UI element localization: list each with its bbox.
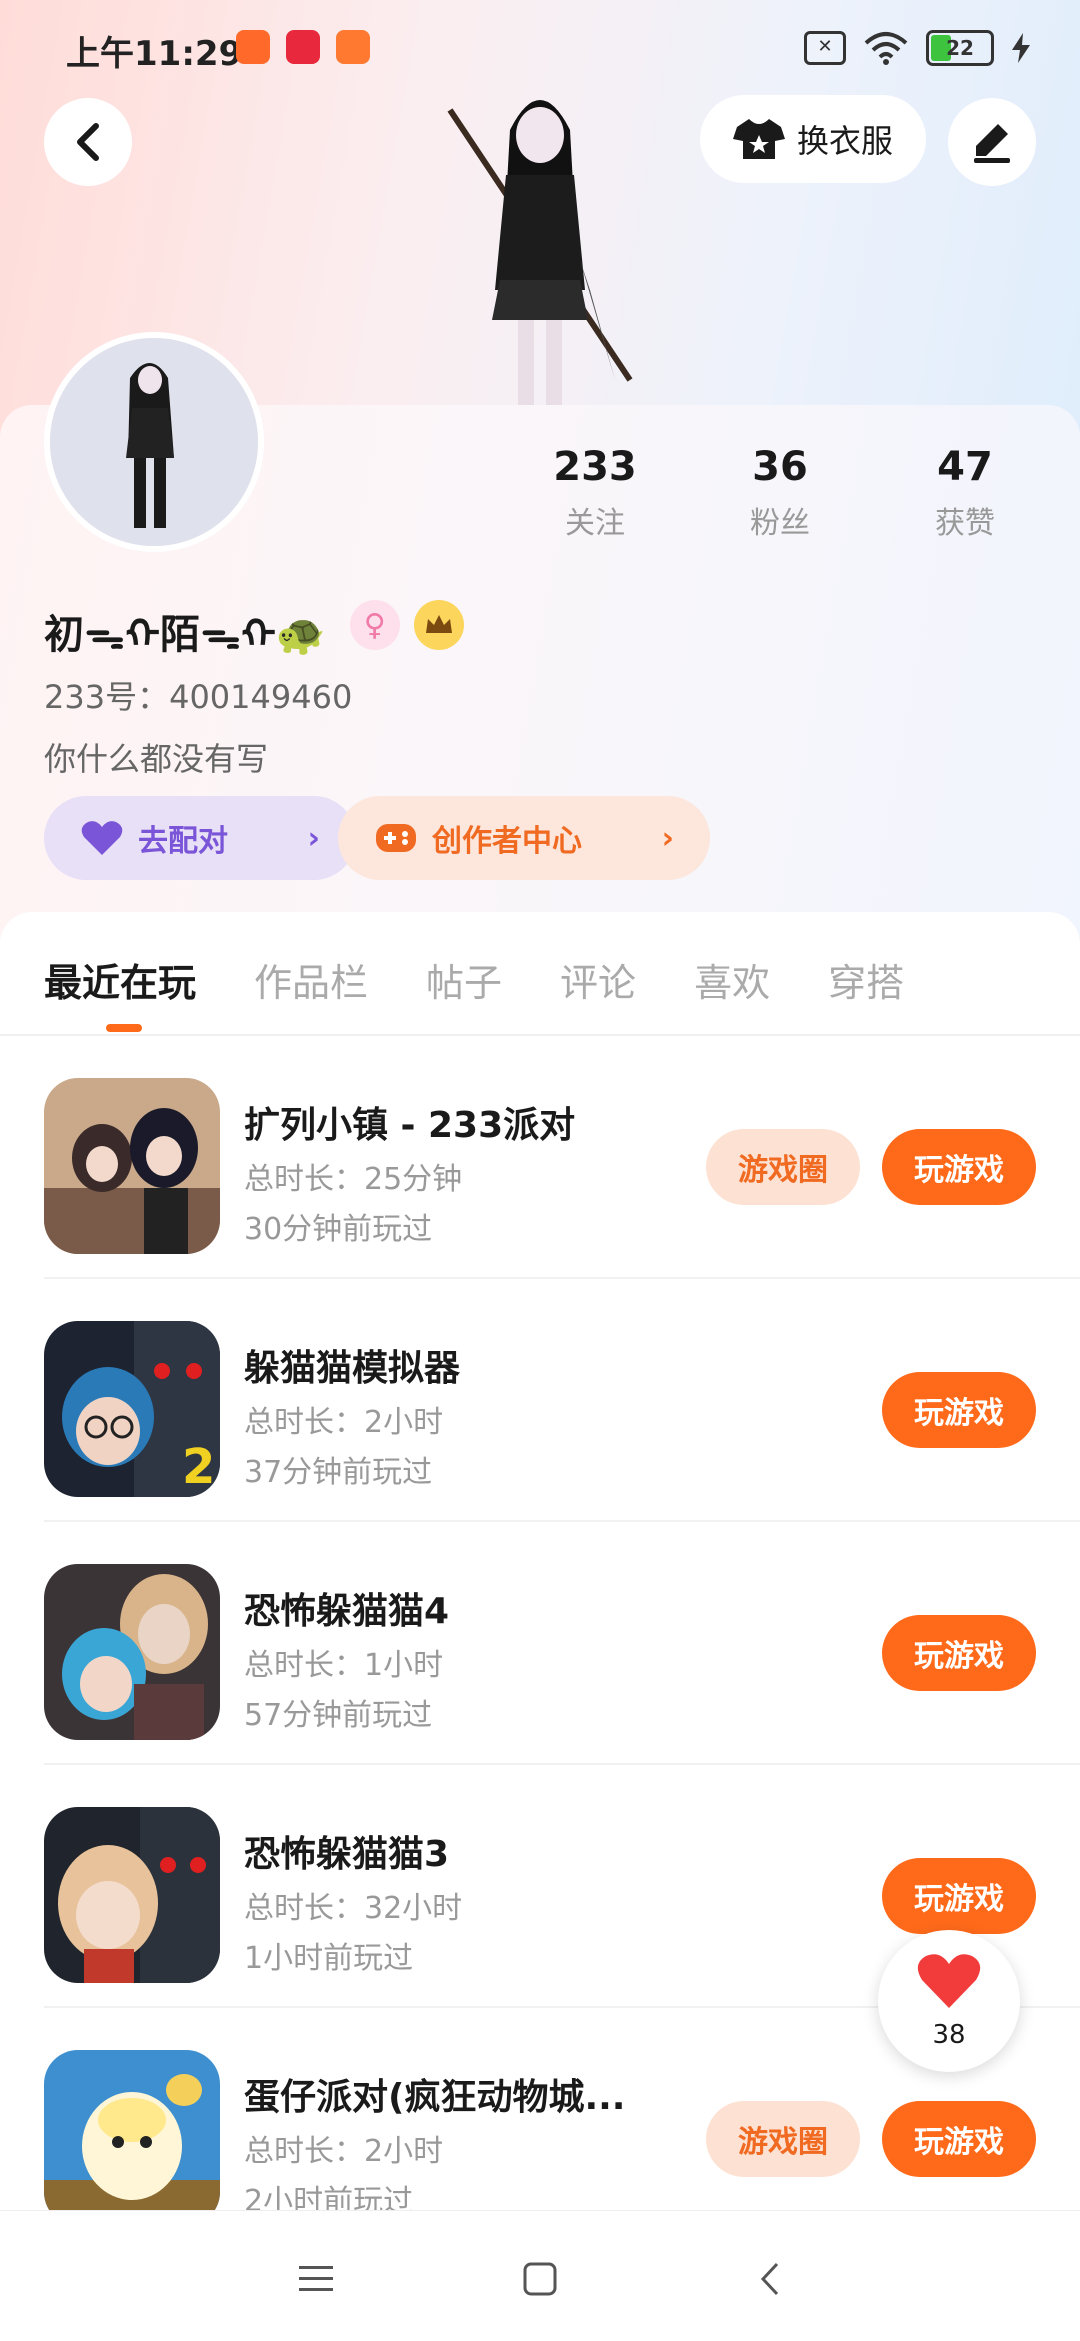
game-last-played: 37分钟前玩过: [244, 1455, 433, 1490]
followers-stat[interactable]: 36 粉丝: [705, 444, 855, 542]
game-duration: 总时长：32小时: [244, 1891, 463, 1926]
game-icon[interactable]: [44, 1564, 220, 1740]
battery-level: 22: [946, 36, 974, 60]
following-stat[interactable]: 233 关注: [520, 444, 670, 542]
nickname: 初ᯓᡣ陌ᯓᡣ🐢: [44, 612, 326, 658]
tab-comments[interactable]: 评论: [560, 952, 636, 1007]
following-label: 关注: [565, 506, 625, 541]
game-duration: 总时长：2小时: [244, 1405, 444, 1440]
game-icon[interactable]: [44, 2050, 220, 2226]
avatar-image: [50, 338, 258, 546]
creator-center-button[interactable]: 创作者中心 ›: [338, 796, 710, 880]
likes-label: 获赞: [935, 506, 995, 541]
profile-stats: 233 关注 36 粉丝 47 获赞: [520, 444, 1040, 542]
tab-recently-played[interactable]: 最近在玩: [44, 952, 196, 1007]
tab-likes[interactable]: 喜欢: [694, 952, 770, 1007]
heart-icon: [81, 821, 123, 855]
game-name: 恐怖躲猫猫3: [244, 1834, 450, 1875]
status-time: 上午11:29: [66, 34, 243, 74]
edit-profile-button[interactable]: [948, 98, 1036, 186]
svg-text:2: 2: [182, 1439, 215, 1495]
heart-icon: [917, 1954, 981, 2008]
play-game-button[interactable]: 玩游戏: [882, 1615, 1036, 1691]
charging-icon: [1012, 33, 1030, 63]
game-last-played: 30分钟前玩过: [244, 1212, 433, 1247]
menu-button[interactable]: [286, 2251, 346, 2307]
chevron-right-icon: ›: [661, 820, 674, 856]
game-duration: 总时长：1小时: [244, 1648, 444, 1683]
play-game-button[interactable]: 玩游戏: [882, 1129, 1036, 1205]
change-outfit-label: 换衣服: [796, 122, 893, 160]
like-float-button[interactable]: 38: [878, 1930, 1020, 2072]
followers-label: 粉丝: [750, 506, 810, 541]
game-icon[interactable]: [44, 1078, 220, 1254]
creator-center-label: 创作者中心: [432, 824, 582, 859]
game-last-played: 57分钟前玩过: [244, 1698, 433, 1733]
shirt-icon: [732, 119, 785, 159]
status-icons: ✕ 22: [804, 30, 1030, 66]
home-button[interactable]: [510, 2251, 570, 2307]
game-duration: 总时长：2小时: [244, 2134, 444, 2169]
game-name: 躲猫猫模拟器: [244, 1348, 461, 1389]
chevron-left-icon: [760, 2262, 779, 2296]
like-count: 38: [932, 2020, 966, 2050]
video-app-icon: [236, 30, 270, 64]
sim-card-icon: ✕: [804, 31, 846, 65]
bio: 你什么都没有写: [44, 740, 269, 778]
change-outfit-button[interactable]: 换衣服: [700, 95, 926, 183]
shop-app-icon: [286, 30, 320, 64]
mall-app-icon: [336, 30, 370, 64]
tab-bar: 最近在玩 作品栏 帖子 评论 喜欢 穿搭: [0, 912, 1080, 1032]
play-game-button[interactable]: 玩游戏: [882, 1372, 1036, 1448]
likes-count: 47: [937, 444, 993, 490]
system-nav-bar: [0, 2210, 1080, 2341]
menu-icon: [299, 2266, 333, 2291]
tab-outfits[interactable]: 穿搭: [828, 952, 904, 1007]
game-duration: 总时长：25分钟: [244, 1162, 463, 1197]
match-button[interactable]: 去配对 ›: [44, 796, 356, 880]
game-circle-button[interactable]: 游戏圈: [706, 2101, 860, 2177]
chevron-right-icon: ›: [307, 820, 320, 856]
recently-played-list: 扩列小镇 - 233派对 总时长：25分钟 30分钟前玩过 游戏圈 玩游戏 2 …: [0, 1036, 1080, 2251]
game-icon[interactable]: [44, 1807, 220, 1983]
home-icon: [523, 2262, 557, 2296]
battery-icon: 22: [926, 30, 994, 66]
chevron-left-icon: [77, 123, 99, 161]
game-icon[interactable]: 2: [44, 1321, 220, 1497]
game-circle-button[interactable]: 游戏圈: [706, 1129, 860, 1205]
game-last-played: 1小时前玩过: [244, 1941, 414, 1976]
nickname-row: 初ᯓᡣ陌ᯓᡣ🐢 ♀: [44, 590, 464, 660]
crown-icon: [413, 600, 464, 650]
tab-works[interactable]: 作品栏: [254, 952, 368, 1007]
wifi-icon: [864, 32, 908, 65]
female-icon: ♀: [349, 600, 400, 650]
user-id: 233号：400149460: [44, 678, 353, 716]
tab-indicator: [106, 1024, 142, 1032]
play-game-button[interactable]: 玩游戏: [882, 1858, 1036, 1934]
likes-stat[interactable]: 47 获赞: [890, 444, 1040, 542]
game-row[interactable]: 恐怖躲猫猫4 总时长：1小时 57分钟前玩过 玩游戏: [0, 1522, 1080, 1765]
pen-icon: [974, 124, 1010, 163]
game-row[interactable]: 扩列小镇 - 233派对 总时长：25分钟 30分钟前玩过 游戏圈 玩游戏: [0, 1036, 1080, 1279]
game-name: 蛋仔派对(疯狂动物城...: [244, 2077, 626, 2118]
play-game-button[interactable]: 玩游戏: [882, 2101, 1036, 2177]
game-name: 恐怖躲猫猫4: [244, 1591, 450, 1632]
back-button[interactable]: [44, 98, 132, 186]
match-label: 去配对: [138, 824, 228, 859]
gamepad-icon: [376, 824, 416, 852]
followers-count: 36: [752, 444, 808, 490]
character-figure: [447, 100, 633, 405]
back-nav-button[interactable]: [740, 2251, 800, 2307]
game-name: 扩列小镇 - 233派对: [244, 1105, 576, 1146]
following-count: 233: [553, 444, 637, 490]
avatar[interactable]: [44, 332, 264, 552]
game-row[interactable]: 2 躲猫猫模拟器 总时长：2小时 37分钟前玩过 玩游戏: [0, 1279, 1080, 1522]
tab-posts[interactable]: 帖子: [426, 952, 502, 1007]
